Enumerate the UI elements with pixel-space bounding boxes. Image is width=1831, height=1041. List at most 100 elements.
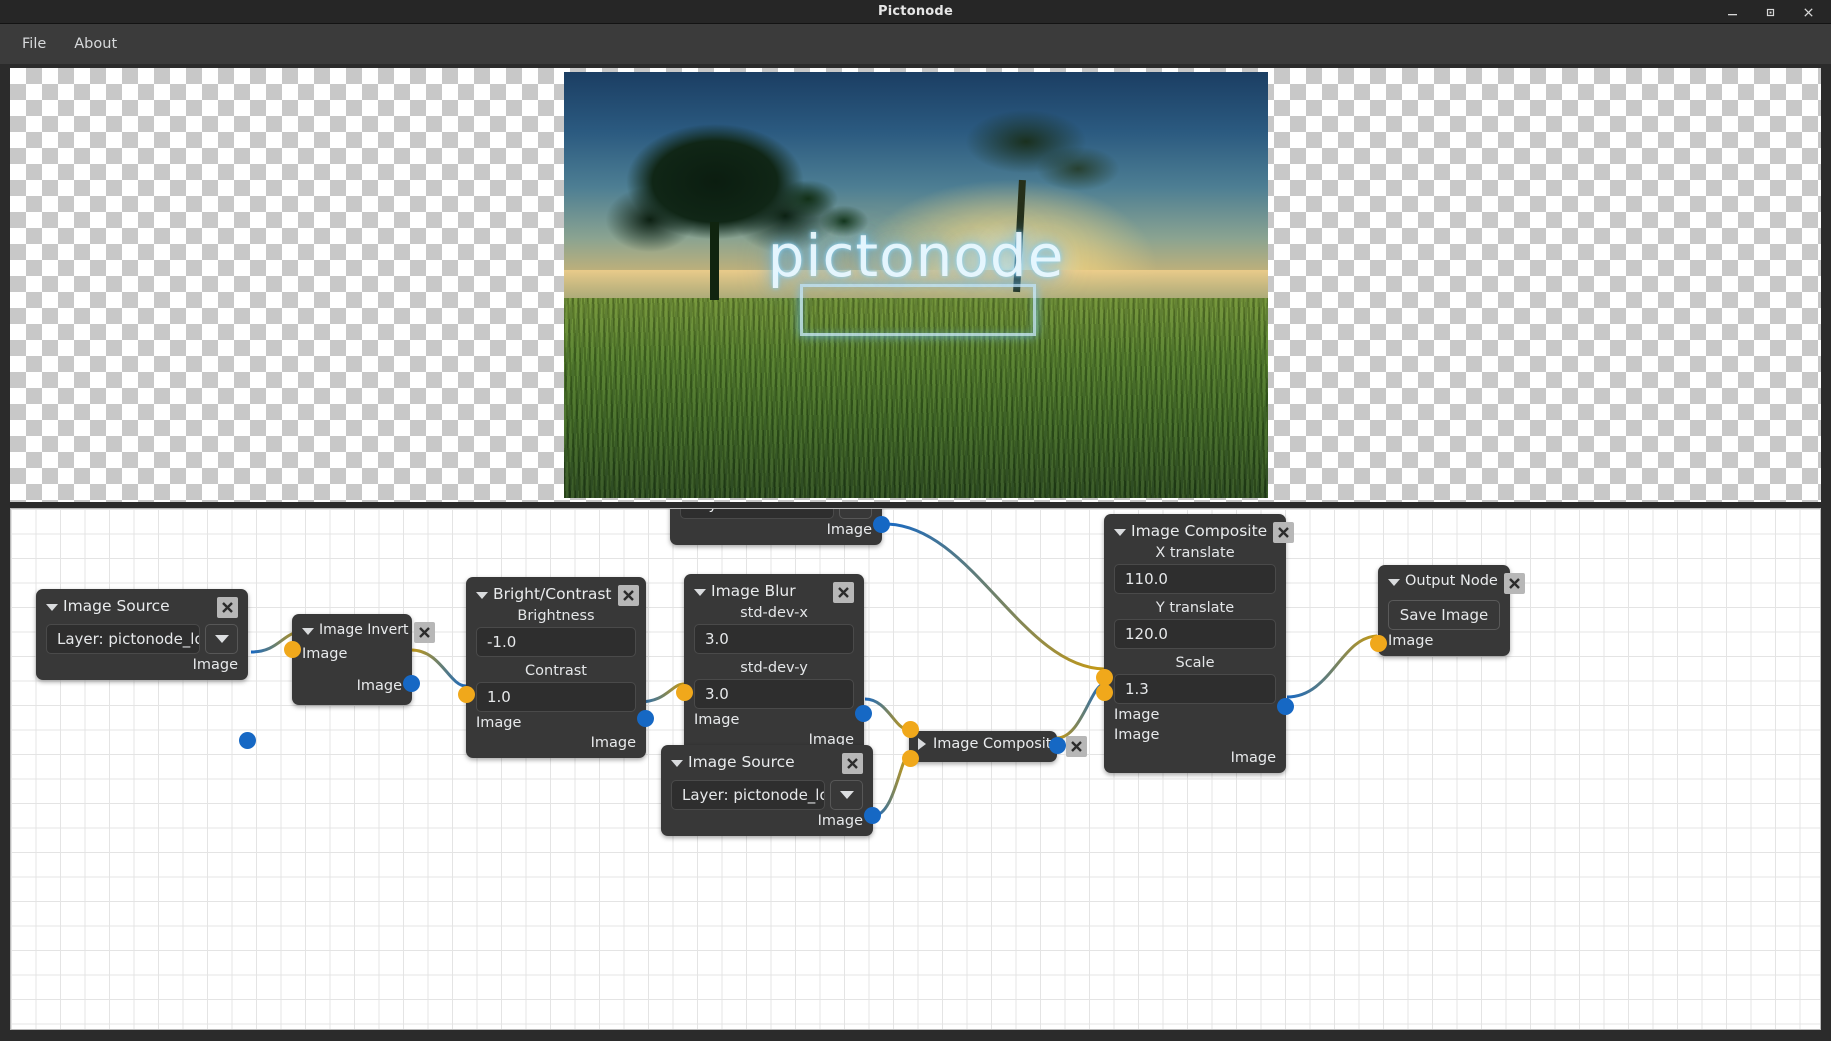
chevron-down-icon[interactable] xyxy=(302,628,314,635)
chevron-down-icon[interactable] xyxy=(671,760,683,767)
socket-output-image[interactable] xyxy=(1049,737,1066,754)
output-socket-label: Image xyxy=(1230,750,1276,766)
layer-combobox[interactable]: Layer: Screenshot from 20 xyxy=(680,509,872,519)
node-title-wrap[interactable]: Bright/Contrast xyxy=(476,585,612,603)
node-title-wrap[interactable]: Image Source xyxy=(46,597,170,615)
chevron-down-icon[interactable] xyxy=(839,509,872,519)
close-icon[interactable] xyxy=(217,597,238,618)
param-label-x-translate: X translate xyxy=(1155,545,1235,561)
node-image-invert[interactable]: Image Invert Image Image xyxy=(284,614,436,705)
socket-input-image[interactable] xyxy=(676,684,693,701)
socket-input-image-2[interactable] xyxy=(1096,684,1113,701)
param-label-y-translate: Y translate xyxy=(1155,600,1235,616)
node-header[interactable]: Image Invert xyxy=(302,622,436,643)
param-input-brightness[interactable]: -1.0 xyxy=(476,627,636,657)
save-image-button[interactable]: Save Image xyxy=(1388,600,1500,630)
chevron-right-icon[interactable] xyxy=(918,738,926,750)
menu-item-file[interactable]: File xyxy=(12,32,56,56)
node-header[interactable]: Bright/Contrast xyxy=(476,585,639,606)
node-header[interactable]: Image Source xyxy=(671,753,863,774)
close-icon[interactable] xyxy=(617,585,639,606)
param-input-contrast[interactable]: 1.0 xyxy=(476,682,636,712)
node-image-blur[interactable]: Image Blur std-dev-x 3.0 std-dev-y 3.0 I… xyxy=(676,574,872,755)
menubar: File About xyxy=(0,24,1831,64)
input-socket-label-1: Image xyxy=(1114,707,1160,723)
input-socket-label: Image xyxy=(302,646,348,662)
close-button[interactable] xyxy=(1789,0,1827,24)
node-title-wrap[interactable]: Image Composite xyxy=(918,736,1060,752)
node-graph-editor[interactable]: Image Source Layer: pictonode_logo.png I… xyxy=(10,508,1821,1030)
node-image-composite[interactable]: Image Composite X translate 110.0 Y tran… xyxy=(1096,514,1295,773)
layer-combobox[interactable]: Layer: pictonode_logo.png xyxy=(671,780,863,810)
node-bright-contrast[interactable]: Bright/Contrast Brightness -1.0 Contrast… xyxy=(458,577,654,758)
node-title-wrap[interactable]: Image Composite xyxy=(1114,522,1267,540)
node-connections xyxy=(250,522,1378,817)
layer-value[interactable]: Layer: pictonode_logo.png xyxy=(46,624,200,654)
node-header[interactable]: Image Source xyxy=(46,597,238,618)
param-label-std-dev-x: std-dev-x xyxy=(740,605,808,621)
node-header[interactable]: Output Node xyxy=(1388,573,1525,594)
node-image-source-bottom[interactable]: Image Source Layer: pictonode_logo.png I… xyxy=(661,745,881,836)
param-input-std-dev-x[interactable]: 3.0 xyxy=(694,624,854,654)
socket-input-image-2[interactable] xyxy=(902,750,919,767)
node-output[interactable]: Output Node Save Image Image xyxy=(1370,565,1525,656)
input-socket-label-2: Image xyxy=(1114,727,1160,743)
layer-value[interactable]: Layer: Screenshot from 20 xyxy=(680,509,834,519)
socket-input-image[interactable] xyxy=(1370,635,1387,652)
layer-value[interactable]: Layer: pictonode_logo.png xyxy=(671,780,825,810)
socket-output-image[interactable] xyxy=(239,732,256,749)
socket-input-image[interactable] xyxy=(284,641,301,658)
param-input-y-translate[interactable]: 120.0 xyxy=(1114,619,1276,649)
close-icon[interactable] xyxy=(842,753,863,774)
socket-output-image[interactable] xyxy=(637,710,654,727)
input-socket-label: Image xyxy=(694,712,740,728)
window-controls xyxy=(1713,0,1827,24)
node-title-wrap[interactable]: Image Invert xyxy=(302,622,408,638)
chevron-down-icon[interactable] xyxy=(205,624,238,654)
chevron-down-icon[interactable] xyxy=(694,589,706,596)
close-icon[interactable] xyxy=(833,582,854,603)
close-icon[interactable] xyxy=(1503,573,1525,594)
output-socket-label: Image xyxy=(826,522,872,538)
socket-output-image[interactable] xyxy=(403,675,420,692)
node-image-source-left[interactable]: Image Source Layer: pictonode_logo.png I… xyxy=(36,589,256,749)
chevron-down-icon[interactable] xyxy=(1114,529,1126,536)
param-label-std-dev-y: std-dev-y xyxy=(740,660,808,676)
socket-output-image[interactable] xyxy=(864,807,881,824)
minimize-button[interactable] xyxy=(1713,0,1751,24)
chevron-down-icon[interactable] xyxy=(1388,579,1400,586)
node-header[interactable]: Image Blur xyxy=(694,582,854,603)
chevron-down-icon[interactable] xyxy=(830,780,863,810)
edge-composite-to-output xyxy=(1286,634,1378,699)
node-title: Image Blur xyxy=(711,582,796,600)
node-title-wrap[interactable]: Output Node xyxy=(1388,573,1498,589)
socket-input-image-1[interactable] xyxy=(902,721,919,738)
socket-input-image[interactable] xyxy=(458,686,475,703)
close-icon[interactable] xyxy=(1066,736,1088,757)
node-header[interactable]: Image Composite xyxy=(1114,522,1295,543)
node-header[interactable]: Image Composite xyxy=(918,736,1088,757)
param-input-scale[interactable]: 1.3 xyxy=(1114,674,1276,704)
node-image-composite-collapsed[interactable]: Image Composite xyxy=(902,721,1088,767)
node-image-source-top[interactable]: Image Source Layer: Screenshot from 20 I… xyxy=(670,509,890,545)
node-title-wrap[interactable]: Image Source xyxy=(671,753,795,771)
socket-output-image[interactable] xyxy=(873,516,890,533)
node-title-wrap[interactable]: Image Blur xyxy=(694,582,796,600)
chevron-down-icon[interactable] xyxy=(476,592,488,599)
param-label-scale: Scale xyxy=(1175,655,1215,671)
node-title: Bright/Contrast xyxy=(493,585,612,603)
maximize-button[interactable] xyxy=(1751,0,1789,24)
output-socket-label: Image xyxy=(356,678,402,694)
input-socket-label: Image xyxy=(1388,633,1434,649)
layer-combobox[interactable]: Layer: pictonode_logo.png xyxy=(46,624,238,654)
param-label-brightness: Brightness xyxy=(517,608,595,624)
close-icon[interactable] xyxy=(1273,522,1295,543)
socket-output-image[interactable] xyxy=(1277,698,1294,715)
menu-item-about[interactable]: About xyxy=(64,32,127,56)
param-input-x-translate[interactable]: 110.0 xyxy=(1114,564,1276,594)
preview-image: pictonode xyxy=(564,72,1268,498)
param-input-std-dev-y[interactable]: 3.0 xyxy=(694,679,854,709)
chevron-down-icon[interactable] xyxy=(46,604,58,611)
close-icon[interactable] xyxy=(414,622,436,643)
socket-output-image[interactable] xyxy=(855,705,872,722)
